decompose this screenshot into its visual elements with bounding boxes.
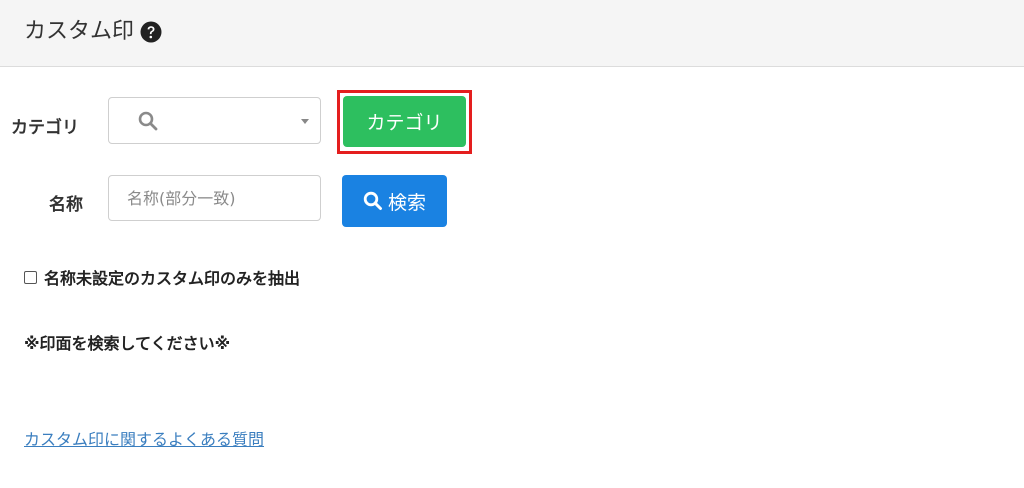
unnamed-only-checkbox[interactable] [24, 270, 37, 284]
unnamed-only-option[interactable]: 名称未設定のカスタム印のみを抽出 [24, 265, 300, 289]
page-header: カスタム印 [0, 0, 1024, 67]
faq-link[interactable]: カスタム印に関するよくある質問 [24, 426, 264, 450]
page-title-row: カスタム印 [24, 17, 162, 47]
name-search-input[interactable] [108, 175, 321, 221]
name-label: 名称 [49, 195, 83, 215]
search-button-label: 検索 [387, 191, 426, 214]
chevron-down-icon [301, 119, 309, 124]
category-label: カテゴリ [11, 118, 79, 138]
page-title: カスタム印 [24, 19, 135, 44]
category-button[interactable]: カテゴリ [343, 96, 466, 147]
unnamed-only-label: 名称未設定のカスタム印のみを抽出 [44, 269, 301, 288]
search-icon [363, 191, 382, 210]
question-circle-icon[interactable] [140, 21, 162, 43]
search-icon [138, 111, 158, 131]
search-notice: ※印面を検索してください※ [24, 334, 231, 353]
category-select[interactable] [108, 97, 321, 144]
search-button[interactable]: 検索 [342, 175, 447, 227]
